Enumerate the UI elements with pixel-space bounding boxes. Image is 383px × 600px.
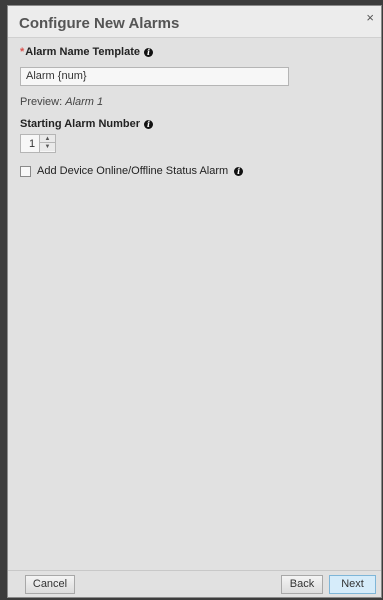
back-button[interactable]: Back: [281, 575, 323, 594]
cancel-button[interactable]: Cancel: [25, 575, 75, 594]
close-icon[interactable]: ×: [366, 11, 374, 24]
preview-value: Alarm 1: [65, 96, 104, 108]
info-icon[interactable]: i: [144, 119, 154, 129]
stepper-value[interactable]: 1: [29, 138, 35, 150]
starting-alarm-number-label-text: Starting Alarm Number: [20, 118, 141, 130]
alarm-name-template-label: * Alarm Name Template i: [20, 46, 369, 58]
info-icon[interactable]: i: [234, 166, 244, 176]
preview-label: Preview:: [20, 96, 66, 108]
stepper-buttons: ▲ ▼: [39, 135, 55, 152]
stepper-up-icon[interactable]: ▲: [40, 135, 55, 143]
preview-text: Preview: Alarm 1: [20, 96, 103, 108]
dialog-footer: Cancel Back Next: [8, 570, 381, 597]
alarm-name-template-label-text: Alarm Name Template: [25, 46, 141, 58]
status-alarm-option: Add Device Online/Offline Status Alarm i: [20, 165, 244, 177]
starting-alarm-number-label: Starting Alarm Number i: [20, 118, 154, 130]
starting-alarm-number-stepper[interactable]: 1 ▲ ▼: [20, 134, 56, 153]
stepper-down-icon[interactable]: ▼: [40, 143, 55, 151]
form-content: * Alarm Name Template i Alarm {num} Prev…: [20, 46, 369, 177]
required-marker: *: [20, 46, 25, 58]
alarm-name-template-input[interactable]: Alarm {num}: [20, 67, 289, 86]
configure-alarms-dialog: Configure New Alarms × * Alarm Name Temp…: [7, 5, 382, 598]
status-alarm-checkbox[interactable]: [20, 165, 31, 177]
next-button[interactable]: Next: [329, 575, 376, 594]
info-icon[interactable]: i: [144, 47, 154, 57]
dialog-title: Configure New Alarms: [19, 15, 180, 32]
status-alarm-label[interactable]: Add Device Online/Offline Status Alarm: [37, 165, 228, 177]
dialog-header: Configure New Alarms ×: [8, 6, 381, 38]
